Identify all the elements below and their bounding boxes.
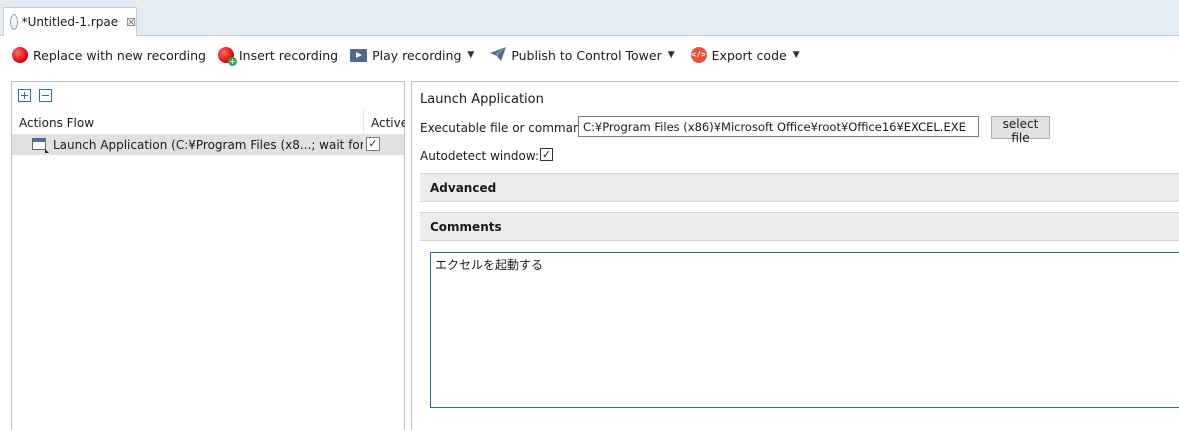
replace-recording-button[interactable]: Replace with new recording	[12, 47, 206, 63]
autodetect-checkbox[interactable]: ✓	[540, 148, 553, 161]
executable-input[interactable]	[578, 116, 979, 137]
comments-textarea[interactable]: エクセルを起動する	[430, 252, 1179, 408]
action-title: Launch Application	[420, 92, 544, 107]
publish-control-tower-button[interactable]: Publish to Control Tower	[490, 46, 662, 64]
tree-tools	[12, 82, 404, 109]
advanced-section-header[interactable]: Advanced	[420, 173, 1179, 202]
actions-flow-panel: Actions Flow Active Launch Application (…	[11, 81, 405, 430]
insert-recording-button[interactable]: + Insert recording	[217, 47, 339, 66]
autodetect-label: Autodetect window:	[420, 149, 539, 163]
record-icon	[12, 47, 28, 63]
play-dropdown-chevron-icon[interactable]: ▼	[467, 50, 474, 60]
action-row-label: Launch Application (C:¥Program Files (x8…	[53, 138, 363, 152]
recording-toolbar: Replace with new recording + Insert reco…	[0, 36, 1179, 74]
column-divider[interactable]	[363, 109, 364, 135]
export-code-label: Export code	[711, 47, 787, 63]
play-icon	[350, 48, 368, 62]
play-recording-label: Play recording	[372, 47, 462, 63]
code-icon: </>	[690, 47, 707, 63]
document-globe-icon	[10, 14, 18, 30]
record-add-icon: +	[217, 47, 237, 66]
paper-plane-icon	[490, 46, 507, 64]
replace-recording-label: Replace with new recording	[33, 47, 206, 63]
launch-window-icon	[32, 138, 49, 153]
tab-label: *Untitled-1.rpae	[21, 15, 119, 29]
action-details-panel: Launch Application Executable file or co…	[411, 81, 1179, 430]
column-actions-flow[interactable]: Actions Flow	[19, 116, 94, 130]
tab-close-icon[interactable]: ☒	[126, 16, 136, 29]
editor-tab-bar: *Untitled-1.rpae ☒	[0, 0, 1179, 36]
play-recording-button[interactable]: Play recording	[350, 48, 461, 63]
publish-dropdown-chevron-icon[interactable]: ▼	[668, 50, 675, 60]
export-code-button[interactable]: </> Export code	[690, 47, 787, 63]
actions-flow-header: Actions Flow Active	[12, 109, 405, 135]
expand-all-icon[interactable]	[18, 89, 31, 102]
export-dropdown-chevron-icon[interactable]: ▼	[793, 50, 800, 60]
publish-control-tower-label: Publish to Control Tower	[511, 47, 662, 63]
column-active[interactable]: Active	[371, 116, 405, 130]
select-file-button[interactable]: select file	[991, 116, 1050, 145]
active-checkbox[interactable]: ✓	[366, 137, 380, 151]
collapse-all-icon[interactable]	[39, 89, 52, 102]
comments-section-header[interactable]: Comments	[420, 212, 1179, 241]
insert-recording-label: Insert recording	[238, 47, 339, 63]
action-row[interactable]: Launch Application (C:¥Program Files (x8…	[12, 135, 404, 155]
executable-label: Executable file or command:	[420, 121, 593, 135]
editor-tab-untitled[interactable]: *Untitled-1.rpae ☒	[3, 7, 137, 36]
